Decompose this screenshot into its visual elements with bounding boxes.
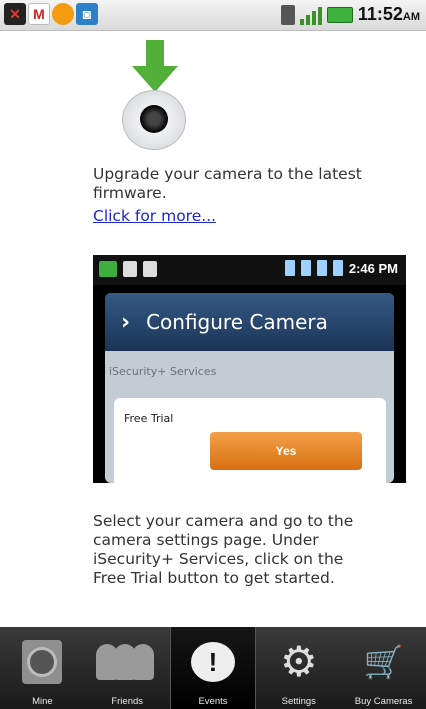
gmail-icon: M	[28, 3, 50, 25]
system-status: 11:52AM	[280, 4, 420, 25]
gear-icon: ⚙	[279, 637, 318, 686]
status-bar: ✕ M ◙ 11:52AM	[0, 0, 426, 31]
blue-app-icon: ◙	[76, 3, 98, 25]
inset-clock: 2:46 PM	[348, 260, 398, 276]
missed-call-icon: ✕	[4, 3, 26, 25]
signal-icon	[316, 260, 327, 276]
chevron-right-icon: ›	[121, 309, 131, 335]
tab-mine[interactable]: Mine	[0, 627, 85, 709]
wifi-icon	[300, 260, 311, 276]
free-trial-label: Free Trial	[124, 412, 174, 425]
download-arrow-icon	[146, 40, 164, 68]
bottom-tab-bar: Mine Friends ! Events ⚙ Settings 🛒 Buy C…	[0, 627, 426, 709]
battery-icon	[332, 260, 343, 276]
panel-header: › Configure Camera	[105, 293, 394, 351]
tab-friends[interactable]: Friends	[85, 627, 170, 709]
signal-icon	[299, 5, 322, 25]
panel-title: Configure Camera	[146, 310, 328, 334]
tab-settings[interactable]: ⚙ Settings	[256, 627, 341, 709]
wifi-icon	[280, 4, 295, 25]
yes-button: Yes	[210, 432, 362, 470]
tab-buy-cameras[interactable]: 🛒 Buy Cameras	[341, 627, 426, 709]
tab-label: Friends	[111, 696, 144, 707]
notification-icons: ✕ M ◙	[4, 3, 98, 25]
instructions-text: Select your camera and go to the camera …	[93, 512, 354, 587]
tab-label: Buy Cameras	[354, 696, 413, 707]
usb-icon	[123, 261, 137, 277]
notification-icon	[143, 261, 157, 277]
tab-label: Settings	[281, 696, 316, 707]
orange-app-icon	[52, 3, 74, 25]
configure-camera-screenshot: 2:46 PM › Configure Camera iSecurity+ Se…	[93, 255, 406, 483]
battery-icon	[326, 6, 353, 23]
friends-icon	[96, 644, 155, 680]
clock: 11:52AM	[357, 4, 420, 24]
camera-icon	[22, 640, 63, 684]
upgrade-text: Upgrade your camera to the latest firmwa…	[93, 165, 362, 202]
inset-status-bar: 2:46 PM	[93, 255, 406, 285]
click-for-more-link[interactable]: Click for more...	[93, 207, 216, 226]
cart-icon: 🛒	[363, 643, 404, 681]
app-icon	[99, 261, 117, 277]
alert-icon: !	[190, 642, 235, 682]
services-label: iSecurity+ Services	[109, 365, 217, 378]
camera-icon	[122, 90, 186, 150]
tab-label: Events	[198, 696, 228, 707]
bluetooth-icon	[284, 260, 295, 276]
tab-label: Mine	[32, 696, 53, 707]
firmware-upgrade-icon	[120, 40, 190, 150]
configure-camera-panel: › Configure Camera iSecurity+ Services F…	[105, 293, 394, 483]
free-trial-card: Free Trial Yes	[114, 398, 386, 483]
tab-events[interactable]: ! Events	[169, 627, 257, 709]
